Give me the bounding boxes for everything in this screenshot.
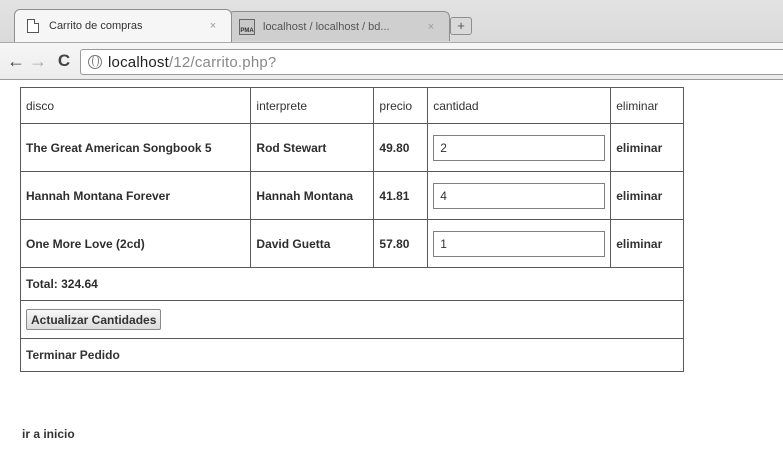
finish-order-link[interactable]: Terminar Pedido: [26, 348, 120, 362]
cell-cantidad: [427, 219, 612, 268]
cell-cantidad: [427, 171, 612, 220]
cell-precio: 41.81: [373, 171, 429, 220]
delete-link[interactable]: eliminar: [616, 141, 662, 155]
forward-arrow-icon[interactable]: →: [28, 51, 48, 71]
finish-cell: Terminar Pedido: [20, 338, 684, 372]
cart-table: disco interprete precio cantidad elimina…: [19, 87, 684, 372]
cell-interprete: Rod Stewart: [250, 123, 375, 172]
header-disco: disco: [19, 87, 252, 124]
cell-precio: 57.80: [373, 219, 429, 268]
cell-precio: 49.80: [373, 123, 429, 172]
cell-eliminar: eliminar: [610, 123, 684, 172]
total-row: Total: 324.64: [20, 267, 684, 301]
table-row: The Great American Songbook 5 Rod Stewar…: [19, 123, 684, 172]
table-row: One More Love (2cd) David Guetta 57.80 e…: [19, 219, 684, 268]
close-icon[interactable]: ×: [423, 21, 439, 33]
quantity-input[interactable]: [433, 230, 606, 257]
browser-toolbar: ← → C localhost/12/carrito.php?: [0, 42, 783, 80]
phpmyadmin-icon: PMA: [239, 18, 255, 35]
url-host: localhost: [108, 53, 170, 71]
update-row: Actualizar Cantidades: [20, 300, 684, 339]
header-interprete: interprete: [250, 87, 375, 124]
update-quantities-button[interactable]: Actualizar Cantidades: [26, 309, 162, 330]
delete-link[interactable]: eliminar: [616, 237, 662, 251]
header-precio: precio: [373, 87, 429, 124]
reload-icon[interactable]: C: [54, 51, 74, 71]
tab-title: localhost / localhost / bd...: [263, 20, 390, 33]
address-bar[interactable]: localhost/12/carrito.php?: [80, 49, 783, 75]
home-link[interactable]: ir a inicio: [22, 427, 75, 441]
browser-chrome: Carrito de compras × PMA localhost / loc…: [0, 0, 783, 80]
cart-total: Total: 324.64: [20, 267, 684, 301]
quantity-input[interactable]: [433, 182, 606, 209]
cell-disco: Hannah Montana Forever: [19, 171, 252, 220]
update-cell: Actualizar Cantidades: [20, 300, 684, 339]
close-icon[interactable]: ×: [205, 20, 221, 32]
header-cantidad: cantidad: [427, 87, 612, 124]
url-text: localhost/12/carrito.php?: [108, 54, 276, 71]
cell-interprete: Hannah Montana: [250, 171, 375, 220]
back-arrow-icon[interactable]: ←: [6, 51, 26, 71]
page-content: disco interprete precio cantidad elimina…: [0, 80, 783, 449]
cell-disco: The Great American Songbook 5: [19, 123, 252, 172]
header-eliminar: eliminar: [610, 87, 684, 124]
cell-interprete: David Guetta: [250, 219, 375, 268]
tab-carrito[interactable]: Carrito de compras ×: [14, 9, 232, 42]
tab-title: Carrito de compras: [49, 20, 143, 32]
table-row: Hannah Montana Forever Hannah Montana 41…: [19, 171, 684, 220]
url-path: /12/carrito.php?: [169, 53, 277, 71]
tab-phpmyadmin[interactable]: PMA localhost / localhost / bd... ×: [228, 11, 450, 41]
table-header-row: disco interprete precio cantidad elimina…: [19, 87, 684, 124]
cell-disco: One More Love (2cd): [19, 219, 252, 268]
new-tab-button[interactable]: +: [450, 17, 472, 35]
globe-icon: [88, 55, 102, 69]
finish-row: Terminar Pedido: [20, 338, 684, 372]
tab-strip: Carrito de compras × PMA localhost / loc…: [0, 0, 783, 42]
quantity-input[interactable]: [433, 134, 606, 161]
document-icon: [25, 18, 41, 34]
delete-link[interactable]: eliminar: [616, 189, 662, 203]
cell-cantidad: [427, 123, 612, 172]
cell-eliminar: eliminar: [610, 171, 684, 220]
cell-eliminar: eliminar: [610, 219, 684, 268]
